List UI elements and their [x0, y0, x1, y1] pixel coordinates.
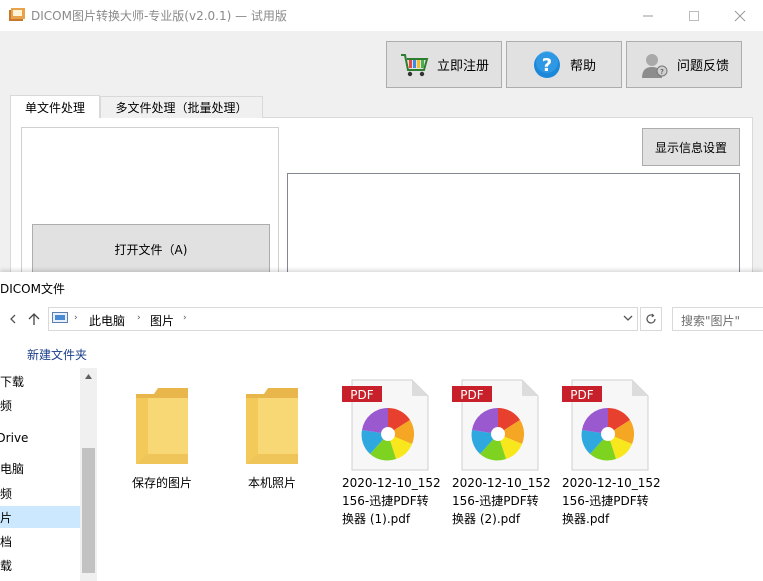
sidebar-item-onedrive[interactable]: OneDrive — [0, 427, 80, 449]
minimize-icon — [643, 15, 653, 16]
register-label: 立即注册 — [436, 59, 489, 74]
sidebar-item-label: 此电脑 — [0, 461, 25, 476]
file-name: 本机照片 — [247, 476, 296, 490]
pdf-file-icon: PDF — [562, 379, 649, 471]
sidebar-item-downloads[interactable]: 下载 — [0, 554, 80, 576]
feedback-label: 问题反馈 — [676, 59, 729, 74]
folder-icon — [136, 388, 188, 464]
back-button[interactable] — [4, 310, 22, 328]
address-dropdown-button[interactable] — [622, 312, 636, 326]
pdf-badge-text: PDF — [350, 388, 373, 402]
search-input[interactable]: 搜索"图片" — [672, 307, 763, 331]
computer-icon — [52, 312, 68, 323]
sidebar-item-label: 安下载 — [0, 374, 25, 389]
scrollbar-thumb[interactable] — [82, 448, 95, 573]
file-name-line1: 2020-12-10_152 — [342, 476, 441, 490]
dialog-toolbar — [0, 340, 763, 368]
sidebar-item-videos[interactable]: 视频 — [0, 394, 80, 416]
minimize-button[interactable] — [625, 0, 671, 31]
info-text-area[interactable] — [287, 173, 740, 277]
sidebar-item-documents[interactable]: 文档 — [0, 530, 80, 552]
sidebar-item-downloads-an[interactable]: 安下载 — [0, 370, 80, 392]
file-item-pdf-2[interactable]: PDF 2020-12-10_152 156-迅捷PDF转 换器 (2).pdf — [448, 378, 551, 528]
maximize-button[interactable] — [671, 0, 717, 31]
file-item-pdf-3[interactable]: PDF 2020-12-10_152 156-迅捷PDF转 换器.pdf — [558, 378, 661, 528]
tab-batch-files[interactable]: 多文件处理（批量处理） — [100, 96, 263, 118]
pdf-file-icon: PDF — [452, 379, 539, 471]
pdf-file-icon: PDF — [342, 379, 429, 471]
sidebar-item-label: 文档 — [0, 534, 13, 549]
breadcrumb-this-pc[interactable]: 此电脑 — [89, 312, 125, 329]
file-name-line1: 2020-12-10_152 — [562, 476, 661, 490]
tab-batch-files-label: 多文件处理（批量处理） — [115, 101, 248, 115]
file-name-line3: 换器 (1).pdf — [342, 512, 411, 526]
pdf-badge-text: PDF — [570, 388, 593, 402]
help-label: 帮助 — [569, 59, 596, 74]
breadcrumb-pictures[interactable]: 图片 — [150, 312, 174, 329]
open-file-label: 打开文件（A) — [114, 242, 188, 257]
file-item-pdf-1[interactable]: PDF 2020-12-10_152 156-迅捷PDF转 换器 (1).pdf — [338, 378, 441, 528]
sidebar-item-pictures[interactable]: 图片 — [0, 506, 80, 528]
window-title: DICOM图片转换大师-专业版(v2.0.1) — 试用版 — [31, 9, 287, 23]
file-name-line3: 换器.pdf — [562, 512, 610, 526]
new-folder-button[interactable]: 新建文件夹 — [27, 346, 87, 363]
dialog-title: DICOM文件 — [0, 282, 65, 296]
refresh-button[interactable] — [640, 307, 662, 331]
file-name-line3: 换器 (2).pdf — [452, 512, 521, 526]
user-feedback-icon: ? — [641, 53, 668, 78]
sidebar-item-this-pc[interactable]: 此电脑 — [0, 457, 80, 479]
chevron-down-icon — [623, 315, 633, 321]
display-settings-button[interactable]: 显示信息设置 — [642, 128, 740, 166]
svg-text:?: ? — [660, 68, 664, 76]
refresh-icon — [646, 313, 656, 324]
shopping-cart-icon — [400, 53, 429, 76]
breadcrumb-separator-icon: › — [137, 313, 141, 323]
file-name-line2: 156-迅捷PDF转 — [452, 494, 539, 508]
arrow-up-icon — [28, 313, 40, 325]
chevron-left-icon — [10, 314, 16, 324]
sidebar-item-label: 图片 — [0, 510, 13, 525]
search-placeholder: 搜索"图片" — [681, 314, 741, 328]
open-file-button[interactable]: 打开文件（A) — [32, 224, 270, 274]
file-name-line2: 156-迅捷PDF转 — [342, 494, 429, 508]
sidebar-item-videos-pc[interactable]: 视频 — [0, 482, 80, 504]
maximize-icon — [689, 10, 699, 21]
file-item-folder-saved-pictures[interactable]: 保存的图片 — [108, 378, 216, 498]
file-item-folder-local-photos[interactable]: 本机照片 — [218, 378, 326, 498]
tab-single-file[interactable]: 单文件处理 — [10, 95, 100, 118]
pdf-badge-text: PDF — [460, 388, 483, 402]
folder-icon — [246, 388, 298, 464]
sidebar-item-label: 下载 — [0, 558, 13, 573]
file-name: 保存的图片 — [131, 476, 192, 490]
help-button[interactable]: ? 帮助 — [506, 41, 622, 88]
app-icon — [9, 8, 25, 21]
feedback-button[interactable]: ? 问题反馈 — [626, 41, 742, 88]
close-button[interactable] — [717, 0, 763, 31]
file-name-line1: 2020-12-10_152 — [452, 476, 551, 490]
tab-single-file-label: 单文件处理 — [24, 100, 85, 115]
sidebar-item-label: OneDrive — [0, 431, 29, 445]
scroll-up-icon[interactable] — [84, 373, 93, 381]
svg-text:?: ? — [542, 55, 552, 76]
close-icon — [734, 10, 746, 21]
up-button[interactable] — [25, 310, 43, 328]
help-icon: ? — [533, 50, 560, 78]
breadcrumb-separator-icon: › — [74, 313, 78, 323]
file-name-line2: 156-迅捷PDF转 — [562, 494, 649, 508]
sidebar-item-label: 视频 — [0, 398, 13, 413]
display-settings-label: 显示信息设置 — [654, 140, 727, 155]
breadcrumb-separator-icon: › — [183, 313, 187, 323]
register-button[interactable]: 立即注册 — [386, 41, 502, 88]
sidebar-item-label: 视频 — [0, 486, 13, 501]
